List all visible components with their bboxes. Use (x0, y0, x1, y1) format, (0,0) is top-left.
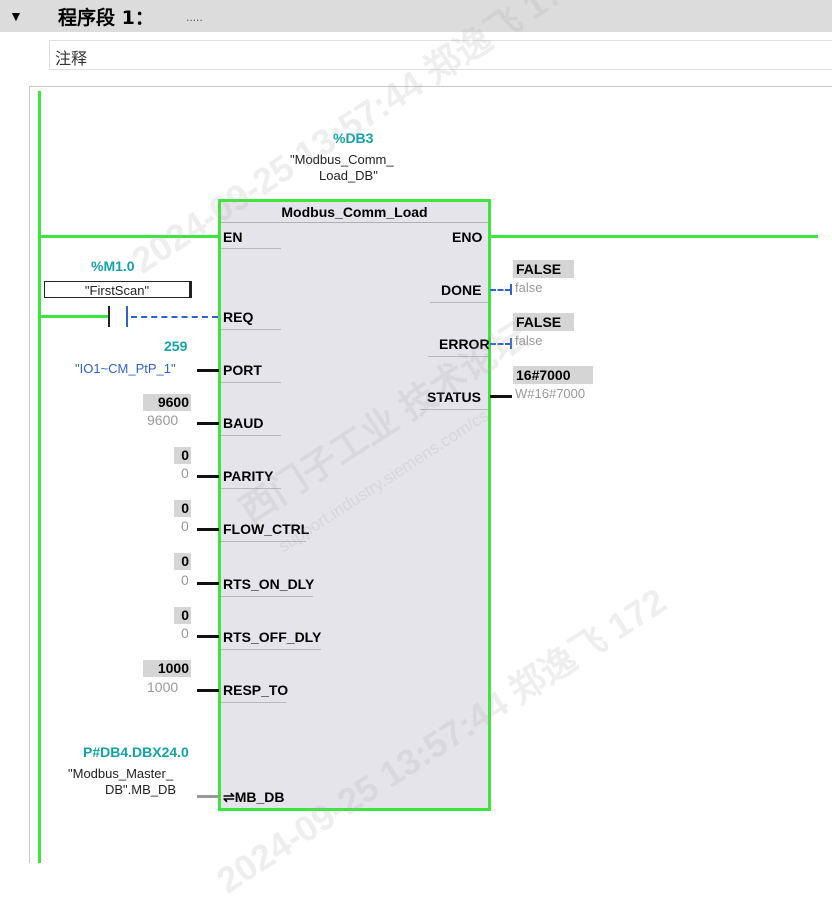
rts-on-dly-value: 0 (181, 553, 189, 569)
req-contact-symbol-box[interactable]: "FirstScan" (44, 281, 192, 298)
network-comment-field[interactable]: 注释 (49, 40, 832, 70)
rts-off-dly-actual: 0 (181, 625, 189, 641)
port-wire (197, 369, 219, 372)
mb-db-wire (197, 795, 219, 798)
pin-done[interactable]: DONE (441, 282, 481, 298)
network-title-placeholder[interactable]: ..... (186, 10, 203, 24)
status-actual: W#16#7000 (515, 386, 586, 401)
pin-req[interactable]: REQ (223, 309, 253, 325)
pin-mb-db[interactable]: ⇌MB_DB (223, 789, 285, 806)
done-wire-end (510, 284, 512, 295)
pin-flow-ctrl[interactable]: FLOW_CTRL (223, 521, 309, 537)
error-value: FALSE (516, 314, 562, 330)
done-value-box[interactable]: FALSE (513, 260, 574, 278)
baud-value-box[interactable]: 9600 (143, 394, 191, 411)
error-wire-end (510, 338, 512, 349)
rts-on-dly-value-box[interactable]: 0 (174, 553, 191, 570)
pin-done-line (430, 302, 488, 303)
done-actual: false (515, 280, 543, 295)
parity-wire (197, 475, 219, 478)
port-value: 259 (164, 338, 188, 354)
flow-ctrl-wire (197, 528, 219, 531)
port-symbol[interactable]: "IO1~CM_PtP_1" (75, 361, 176, 376)
function-block-name: Modbus_Comm_Load (221, 202, 488, 223)
done-value: FALSE (516, 261, 562, 277)
pin-en-line (221, 248, 281, 249)
pin-baud-line (221, 435, 281, 436)
pin-baud[interactable]: BAUD (223, 415, 263, 431)
eno-power-wire (490, 235, 818, 238)
flow-ctrl-value: 0 (181, 500, 189, 516)
error-value-box[interactable]: FALSE (513, 313, 574, 331)
resp-to-value: 1000 (157, 660, 189, 676)
mb-db-symbol-line1[interactable]: "Modbus_Master_ (68, 766, 173, 781)
pin-rts-off-dly[interactable]: RTS_OFF_DLY (223, 629, 321, 645)
collapse-triangle-icon[interactable]: ▼ (9, 9, 23, 23)
rts-on-dly-actual: 0 (181, 572, 189, 588)
resp-to-wire (197, 689, 219, 692)
pin-error-line (428, 356, 488, 357)
pin-error[interactable]: ERROR (439, 336, 490, 352)
network-title: 程序段 1： (58, 7, 154, 29)
pin-parity-line (221, 488, 281, 489)
pin-resp-to[interactable]: RESP_TO (223, 682, 288, 698)
pin-rts-on-dly-line (221, 596, 313, 597)
status-value: 16#7000 (516, 367, 571, 383)
req-monitor-wire (131, 316, 218, 318)
pin-req-line (221, 329, 281, 330)
network-header: ▼ 程序段 1： ..... (0, 0, 832, 32)
pin-status[interactable]: STATUS (427, 389, 481, 405)
resp-to-actual: 1000 (147, 679, 179, 695)
instance-db-address: %DB3 (333, 130, 374, 146)
rts-off-dly-value-box[interactable]: 0 (174, 607, 191, 624)
status-value-box[interactable]: 16#7000 (513, 366, 593, 384)
req-contact-address: %M1.0 (91, 258, 135, 274)
resp-to-value-box[interactable]: 1000 (143, 660, 191, 677)
pin-port-line (221, 382, 281, 383)
network-comment-text: 注释 (55, 49, 88, 68)
flow-ctrl-actual: 0 (181, 518, 189, 534)
flow-ctrl-value-box[interactable]: 0 (174, 500, 191, 517)
pin-port[interactable]: PORT (223, 362, 262, 378)
rts-off-dly-wire (197, 635, 219, 638)
left-power-rail (38, 91, 41, 863)
baud-value: 9600 (157, 394, 189, 410)
instance-db-name-line2: Load_DB" (319, 168, 378, 183)
pin-rts-off-dly-line (221, 649, 321, 650)
parity-value-box[interactable]: 0 (174, 447, 191, 464)
mb-db-symbol-line2[interactable]: DB".MB_DB (105, 782, 176, 797)
pin-flow-ctrl-line (221, 541, 306, 542)
req-rail-wire (40, 315, 106, 318)
pin-rts-on-dly[interactable]: RTS_ON_DLY (223, 576, 314, 592)
status-wire (490, 395, 512, 398)
mb-db-address: P#DB4.DBX24.0 (83, 744, 189, 760)
pin-en[interactable]: EN (223, 229, 242, 245)
error-actual: false (515, 333, 543, 348)
parity-actual: 0 (181, 465, 189, 481)
rts-on-dly-wire (197, 582, 219, 585)
error-wire (490, 343, 511, 345)
instance-db-name-line1: "Modbus_Comm_ (290, 152, 394, 167)
pin-parity[interactable]: PARITY (223, 468, 273, 484)
normally-open-contact-icon[interactable] (104, 306, 132, 328)
req-contact-symbol: "FirstScan" (84, 283, 150, 298)
baud-wire (197, 422, 219, 425)
parity-value: 0 (181, 447, 189, 463)
baud-actual: 9600 (147, 412, 179, 428)
pin-resp-to-line (221, 702, 286, 703)
pin-eno[interactable]: ENO (452, 229, 482, 245)
en-power-wire (40, 235, 219, 238)
pin-status-line (420, 409, 488, 410)
rts-off-dly-value: 0 (181, 607, 189, 623)
done-wire (490, 289, 511, 291)
